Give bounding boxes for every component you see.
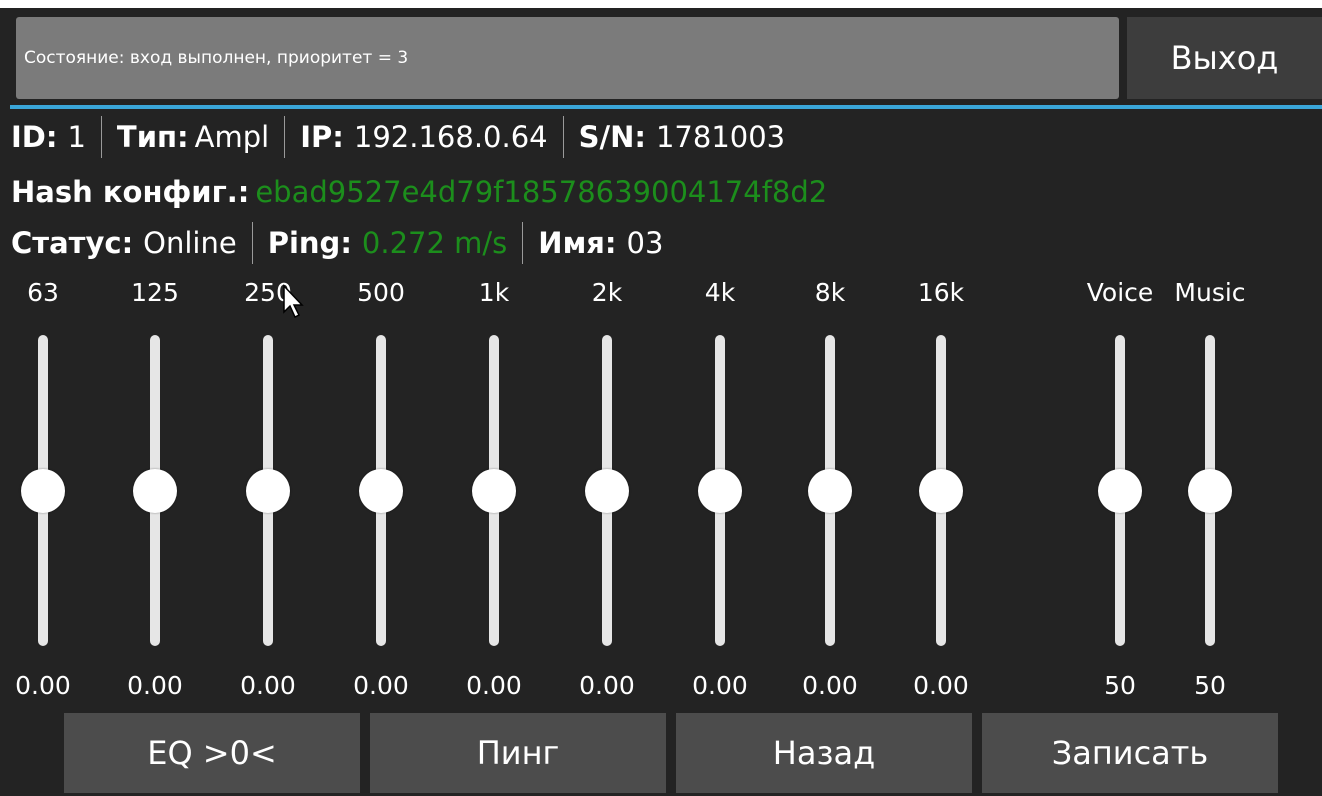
ping-label: Ping: xyxy=(267,226,352,260)
divider xyxy=(562,116,564,158)
slider-thumb[interactable] xyxy=(1098,468,1142,513)
hash-row: Hash конфиг.: ebad9527e4d79f185786390041… xyxy=(11,170,827,214)
slider-label: 1k xyxy=(478,278,510,307)
slider-label: 63 xyxy=(27,278,59,307)
eq-reset-button[interactable]: EQ >0< xyxy=(64,713,360,793)
exit-button[interactable]: Выход xyxy=(1127,17,1322,99)
slider-value: 50 xyxy=(1104,671,1136,700)
slider-label: 500 xyxy=(357,278,405,307)
mouse-cursor-icon xyxy=(283,284,304,319)
slider-value: 0.00 xyxy=(240,671,296,700)
slider-thumb[interactable] xyxy=(919,468,963,513)
slider-value: 0.00 xyxy=(692,671,748,700)
slider-label: 16k xyxy=(917,278,965,307)
ping-value: 0.272 m/s xyxy=(361,226,508,260)
slider-thumb[interactable] xyxy=(1188,468,1232,513)
name-value: 03 xyxy=(626,226,664,260)
slider-label: Music xyxy=(1174,278,1246,307)
slider-value: 0.00 xyxy=(127,671,183,700)
slider-label: 8k xyxy=(814,278,846,307)
slider-thumb[interactable] xyxy=(585,468,629,513)
divider xyxy=(100,116,102,158)
id-label: ID: xyxy=(11,120,58,154)
divider xyxy=(522,222,524,264)
slider-thumb[interactable] xyxy=(246,468,290,513)
slider-thumb[interactable] xyxy=(808,468,852,513)
back-button[interactable]: Назад xyxy=(676,713,972,793)
ip-label: IP: xyxy=(300,120,344,154)
slider-label: Voice xyxy=(1086,278,1154,307)
slider-label: 4k xyxy=(704,278,736,307)
slider-thumb[interactable] xyxy=(359,468,403,513)
sn-label: S/N: xyxy=(578,120,646,154)
slider-value: 0.00 xyxy=(802,671,858,700)
status-row: Статус: Online Ping: 0.272 m/s Имя: 03 xyxy=(11,221,663,265)
slider-thumb[interactable] xyxy=(133,468,177,513)
type-label: Тип: xyxy=(116,120,189,154)
slider-value: 50 xyxy=(1194,671,1226,700)
slider-label: 125 xyxy=(131,278,179,307)
type-value: Ampl xyxy=(194,120,270,154)
slider-value: 0.00 xyxy=(579,671,635,700)
status-message: Состояние: вход выполнен, приоритет = 3 xyxy=(16,17,1119,99)
name-label: Имя: xyxy=(538,226,617,260)
accent-divider xyxy=(10,105,1322,109)
slider-value: 0.00 xyxy=(353,671,409,700)
slider-thumb[interactable] xyxy=(698,468,742,513)
slider-label: 2k xyxy=(591,278,623,307)
hash-value: ebad9527e4d79f18578639004174f8d2 xyxy=(255,175,828,209)
divider xyxy=(251,222,253,264)
slider-value: 0.00 xyxy=(15,671,71,700)
divider xyxy=(284,116,286,158)
slider-thumb[interactable] xyxy=(21,468,65,513)
device-info-row: ID: 1 Тип: Ampl IP: 192.168.0.64 S/N: 17… xyxy=(11,115,785,159)
write-button[interactable]: Записать xyxy=(982,713,1278,793)
status-label: Статус: xyxy=(11,226,134,260)
hash-label: Hash конфиг.: xyxy=(11,175,250,209)
id-value: 1 xyxy=(67,120,86,154)
ip-value: 192.168.0.64 xyxy=(353,120,548,154)
slider-thumb[interactable] xyxy=(472,468,516,513)
sn-value: 1781003 xyxy=(655,120,786,154)
app-window: Состояние: вход выполнен, приоритет = 3 … xyxy=(0,8,1322,796)
slider-value: 0.00 xyxy=(466,671,522,700)
ping-button[interactable]: Пинг xyxy=(370,713,666,793)
slider-value: 0.00 xyxy=(913,671,969,700)
status-value: Online xyxy=(143,226,237,260)
